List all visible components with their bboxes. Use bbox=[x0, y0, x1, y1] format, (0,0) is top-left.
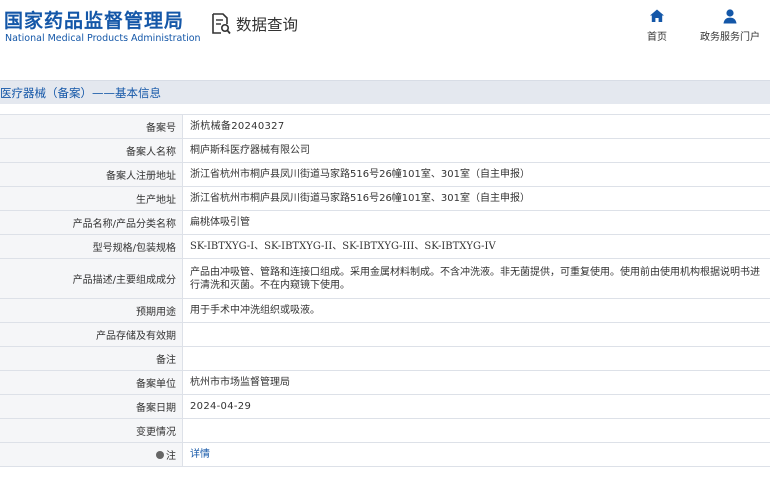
row-label: 备注 bbox=[0, 347, 183, 370]
row-label: 产品描述/主要组成成分 bbox=[0, 259, 183, 298]
table-row: 产品存储及有效期 bbox=[0, 323, 770, 347]
row-value: SK-IBTXYG-I、SK-IBTXYG-II、SK-IBTXYG-III、S… bbox=[190, 241, 496, 252]
nav-service-portal[interactable]: 政务服务门户 bbox=[700, 8, 760, 43]
table-row: 变更情况 bbox=[0, 419, 770, 443]
table-row: 产品名称/产品分类名称 扁桃体吸引管 bbox=[0, 211, 770, 235]
row-label: 生产地址 bbox=[0, 187, 183, 210]
nav-service-label: 政务服务门户 bbox=[700, 32, 760, 43]
nav-home-label: 首页 bbox=[647, 32, 667, 43]
table-row: 注 详情 bbox=[0, 443, 770, 467]
row-value: 浙杭械备20240327 bbox=[190, 121, 285, 132]
table-row: 备案日期 2024-04-29 bbox=[0, 395, 770, 419]
row-value: 扁桃体吸引管 bbox=[190, 217, 250, 228]
row-value: 浙江省杭州市桐庐县凤川街道马家路516号26幢101室、301室（自主申报） bbox=[190, 169, 530, 180]
nav-home[interactable]: 首页 bbox=[647, 8, 667, 43]
row-label: 备案人注册地址 bbox=[0, 163, 183, 186]
row-value bbox=[183, 347, 770, 370]
table-row: 备案单位 杭州市市场监督管理局 bbox=[0, 371, 770, 395]
info-table: 备案号 浙杭械备20240327 备案人名称 桐庐斯科医疗器械有限公司 备案人注… bbox=[0, 114, 770, 467]
section-title: 医疗器械（备案）——基本信息 bbox=[0, 86, 161, 100]
document-search-icon bbox=[212, 13, 231, 35]
info-icon bbox=[156, 450, 164, 459]
home-icon bbox=[650, 9, 664, 22]
row-value bbox=[183, 323, 770, 346]
row-value: 桐庐斯科医疗器械有限公司 bbox=[190, 145, 310, 156]
row-label-text: 注 bbox=[166, 451, 176, 462]
row-label: 注 bbox=[0, 443, 183, 466]
section-title-bar: 医疗器械（备案）——基本信息 bbox=[0, 80, 770, 104]
table-row: 备案号 浙杭械备20240327 bbox=[0, 115, 770, 139]
row-value: 杭州市市场监督管理局 bbox=[190, 377, 290, 388]
row-label: 备案日期 bbox=[0, 395, 183, 418]
row-label: 产品名称/产品分类名称 bbox=[0, 211, 183, 234]
row-label: 产品存储及有效期 bbox=[0, 323, 183, 346]
table-row: 预期用途 用于手术中冲洗组织或吸液。 bbox=[0, 299, 770, 323]
table-row: 产品描述/主要组成成分 产品由冲吸管、管路和连接口组成。采用金属材料制成。不含冲… bbox=[0, 259, 770, 299]
row-value: 详情 bbox=[183, 443, 770, 466]
details-link[interactable]: 详情 bbox=[190, 448, 210, 461]
row-value bbox=[183, 419, 770, 442]
table-row: 备案人注册地址 浙江省杭州市桐庐县凤川街道马家路516号26幢101室、301室… bbox=[0, 163, 770, 187]
row-label: 预期用途 bbox=[0, 299, 183, 322]
row-value: 用于手术中冲洗组织或吸液。 bbox=[190, 305, 320, 316]
table-row: 生产地址 浙江省杭州市桐庐县凤川街道马家路516号26幢101室、301室（自主… bbox=[0, 187, 770, 211]
table-row: 型号规格/包装规格 SK-IBTXYG-I、SK-IBTXYG-II、SK-IB… bbox=[0, 235, 770, 259]
row-label: 变更情况 bbox=[0, 419, 183, 442]
logo-subtitle: National Medical Products Administration bbox=[5, 33, 201, 44]
row-value: 浙江省杭州市桐庐县凤川街道马家路516号26幢101室、301室（自主申报） bbox=[190, 193, 530, 204]
row-label: 备案单位 bbox=[0, 371, 183, 394]
row-label: 备案号 bbox=[0, 115, 183, 138]
row-label: 型号规格/包装规格 bbox=[0, 235, 183, 258]
data-query-label: 数据查询 bbox=[236, 16, 299, 34]
row-value: 2024-04-29 bbox=[190, 401, 252, 412]
row-value: 产品由冲吸管、管路和连接口组成。采用金属材料制成。不含冲洗液。非无菌提供，可重复… bbox=[190, 266, 760, 291]
table-row: 备案人名称 桐庐斯科医疗器械有限公司 bbox=[0, 139, 770, 163]
user-icon bbox=[723, 9, 737, 24]
header: 国家药品监督管理局 National Medical Products Admi… bbox=[0, 0, 770, 64]
row-label: 备案人名称 bbox=[0, 139, 183, 162]
table-row: 备注 bbox=[0, 347, 770, 371]
logo-title[interactable]: 国家药品监督管理局 bbox=[4, 6, 184, 33]
data-query[interactable]: 数据查询 bbox=[211, 13, 298, 35]
